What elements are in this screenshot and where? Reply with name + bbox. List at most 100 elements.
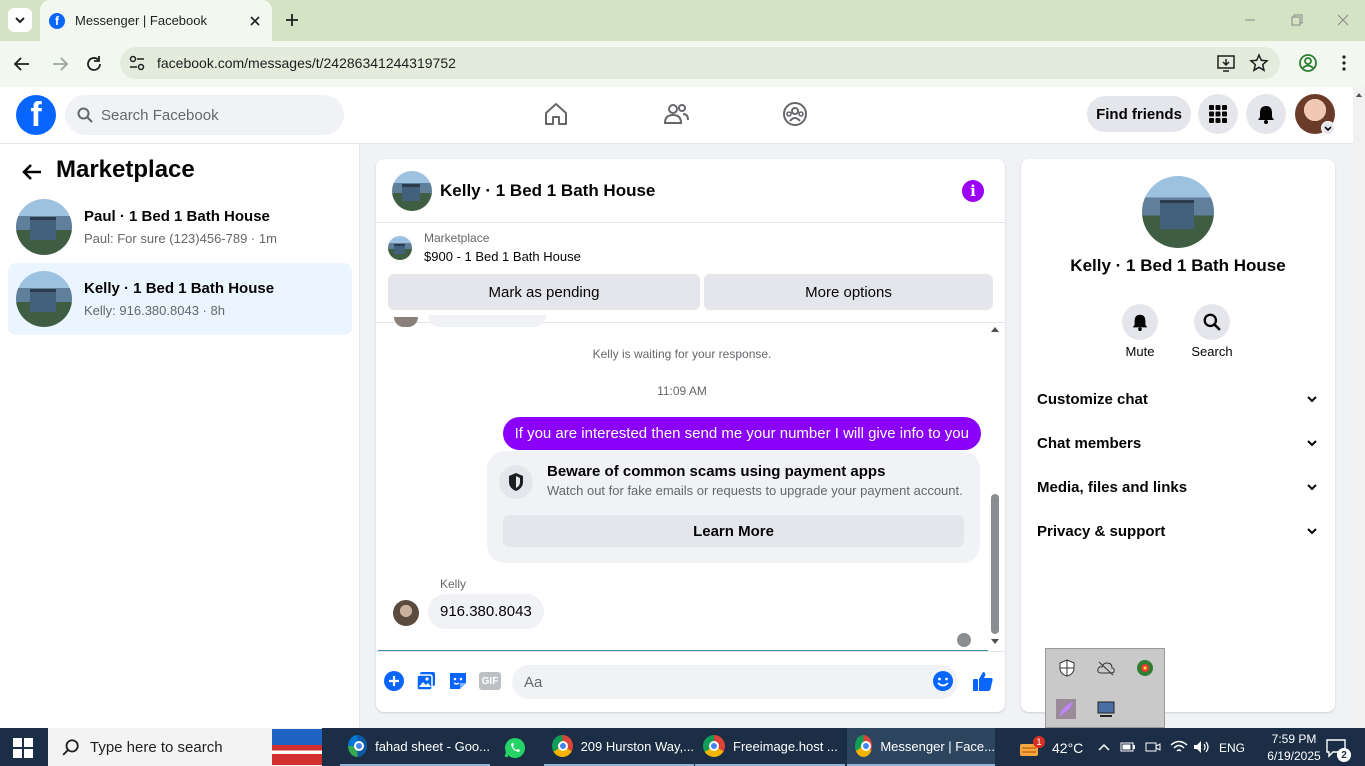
display-icon[interactable] [1096,699,1116,719]
listing-info[interactable]: Marketplace $900 - 1 Bed 1 Bath House [388,231,581,264]
new-tab-icon[interactable] [282,10,302,30]
section-label: Privacy & support [1037,522,1166,540]
tab-messenger[interactable]: f Messenger | Facebook [40,0,272,41]
chat-avatar [392,170,432,211]
facebook-logo-icon[interactable]: f [16,95,56,135]
chrome-icon [703,735,725,757]
color-app-icon[interactable] [1136,659,1154,677]
search-input[interactable] [101,106,321,124]
wifi-icon[interactable] [1170,740,1188,754]
notification-count-badge: 2 [1337,748,1351,762]
bookmark-star-icon[interactable] [1249,53,1269,73]
volume-icon[interactable] [1193,740,1211,754]
taskbar-app-chrome-hurston[interactable]: 209 Hurston Way,... [544,728,694,766]
install-app-icon[interactable] [1216,53,1236,73]
weather-temp[interactable]: 42°C [1052,740,1083,756]
url-text[interactable]: facebook.com/messages/t/2428634124431975… [157,55,456,71]
listing-thumbnail [16,271,72,327]
chevron-down-icon [1307,396,1317,403]
juneteenth-search-highlight-icon[interactable] [272,729,322,765]
chat-members-section[interactable]: Chat members [1037,423,1319,463]
sticker-icon[interactable] [447,670,469,692]
chat-title: Kelly · 1 Bed 1 Bath House [440,180,656,200]
mark-as-pending-button[interactable]: Mark as pending [388,274,700,310]
profile-name: Kelly · 1 Bed 1 Bath House [1070,256,1286,275]
browser-menu-icon[interactable] [1334,53,1354,73]
plus-icon[interactable] [383,670,405,692]
incoming-message-bubble[interactable]: 916.380.8043 [428,594,544,629]
menu-grid-icon[interactable] [1198,94,1238,134]
section-label: Customize chat [1037,390,1148,408]
scroll-up-icon[interactable] [990,324,1000,334]
info-icon[interactable]: i [962,180,984,202]
feather-icon[interactable] [1056,699,1076,719]
previous-sender-avatar [394,317,418,327]
conversation-details-panel: Kelly · 1 Bed 1 Bath House Mute Search C… [1021,159,1335,712]
input-language[interactable]: ENG [1219,741,1245,755]
emoji-icon[interactable] [932,670,954,692]
profile-icon[interactable] [1298,53,1318,73]
conversation-item-kelly[interactable]: Kelly · 1 Bed 1 Bath House Kelly: 916.38… [8,263,352,335]
search-icon [77,107,93,123]
scam-warning-title: Beware of common scams using payment app… [547,463,886,480]
message-input-box[interactable] [512,665,958,699]
photo-icon[interactable] [415,670,437,692]
minimize-icon[interactable] [1240,10,1260,30]
close-window-icon[interactable] [1333,10,1353,30]
media-files-links-section[interactable]: Media, files and links [1037,467,1319,507]
back-icon[interactable] [11,53,33,75]
scroll-down-icon[interactable] [990,637,1000,647]
tab-search-dropdown-icon[interactable] [8,8,32,32]
search-icon [62,739,79,756]
reload-icon[interactable] [83,53,105,75]
chat-header[interactable]: Kelly · 1 Bed 1 Bath House [376,159,1005,223]
clock-date[interactable]: 6/19/2025 [1262,749,1326,763]
outgoing-message-bubble[interactable]: If you are interested then send me your … [502,417,981,450]
clock-time[interactable]: 7:59 PM [1262,732,1326,746]
learn-more-button[interactable]: Learn More [503,515,964,547]
whatsapp-icon[interactable] [503,736,527,760]
taskbar-app-chrome-freeimage[interactable]: Freeimage.host ... [695,728,845,766]
show-hidden-icons-chevron-icon[interactable] [1097,740,1111,754]
windows-start-icon[interactable] [13,738,33,758]
conversation-name: Paul · 1 Bed 1 Bath House [84,208,270,225]
privacy-support-section[interactable]: Privacy & support [1037,511,1319,551]
message-input[interactable] [524,673,904,691]
home-icon[interactable] [542,100,570,128]
taskbar-app-sheets[interactable]: fahad sheet - Goo... [340,728,490,766]
taskbar-app-chrome-messenger[interactable]: Messenger | Face... [847,728,995,766]
edge-icon [348,735,368,757]
close-tab-icon[interactable] [244,10,266,32]
message-thread[interactable]: Kelly is waiting for your response. 11:0… [376,315,1005,651]
back-arrow-icon[interactable] [20,160,44,184]
conversation-item-paul[interactable]: Paul · 1 Bed 1 Bath House Paul: For sure… [8,191,352,263]
cloud-offline-icon[interactable] [1096,659,1116,677]
site-settings-icon[interactable] [128,54,146,72]
restore-icon[interactable] [1287,10,1307,30]
groups-icon[interactable] [781,100,809,128]
more-options-button[interactable]: More options [704,274,993,310]
facebook-favicon-icon: f [49,12,65,29]
page-scrollbar[interactable] [1353,87,1365,728]
marketplace-label: Marketplace [424,231,490,245]
meet-now-icon[interactable] [1145,740,1161,754]
find-friends-button[interactable]: Find friends [1087,96,1191,132]
tab-title: Messenger | Facebook [75,13,207,28]
search-in-chat-button[interactable] [1194,304,1230,340]
conversation-name: Kelly · 1 Bed 1 Bath House [84,280,275,297]
notifications-bell-icon[interactable] [1246,94,1286,134]
section-label: Media, files and links [1037,478,1188,496]
facebook-search-box[interactable] [65,95,344,135]
thread-scrollbar-thumb[interactable] [991,494,999,634]
forward-icon[interactable] [49,53,71,75]
thumbs-up-icon[interactable] [972,670,994,692]
sender-avatar[interactable] [393,600,419,626]
profile-photo[interactable] [1142,176,1214,248]
security-shield-icon[interactable] [1058,659,1076,677]
account-menu-chevron-icon[interactable] [1321,121,1335,135]
gif-icon[interactable]: GIF [479,672,501,690]
mute-button[interactable] [1122,304,1158,340]
friends-icon[interactable] [662,100,690,128]
battery-icon[interactable] [1120,741,1136,753]
customize-chat-section[interactable]: Customize chat [1037,379,1319,419]
